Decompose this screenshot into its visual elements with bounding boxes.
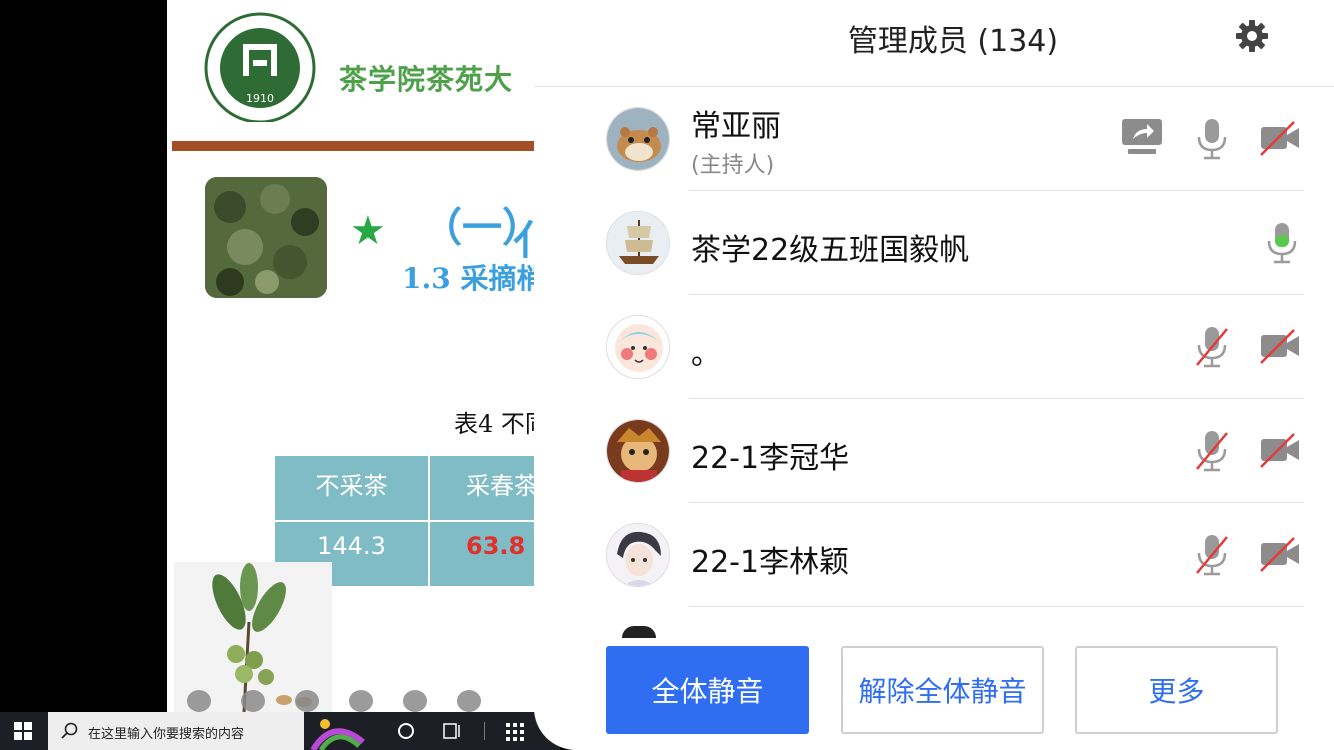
table-cell: 不采茶 — [273, 454, 430, 522]
avatar — [606, 419, 670, 483]
panel-actions: 全体静音 解除全体静音 更多 — [606, 646, 1278, 734]
star-icon: ★ — [350, 208, 386, 254]
cortana-icon[interactable] — [398, 723, 414, 739]
slide-divider-bar — [172, 141, 540, 151]
taskbar-search-input[interactable]: 在这里输入你要搜索的内容 — [48, 712, 365, 750]
member-row[interactable]: 22-1李冠华 — [534, 399, 1334, 503]
table-row: 不采茶 采春茶 — [273, 454, 540, 522]
search-highlight-image — [310, 719, 365, 750]
slide-subheading: 1.3 采摘梢 — [402, 262, 540, 295]
shared-slide: 1910 茶学院茶苑大 ★ （一） 亻 1.3 采摘梢 表4 不同 不采茶 采春… — [167, 0, 540, 712]
next-member-avatar-peek — [622, 626, 656, 638]
avatar — [606, 315, 670, 379]
screen-share-icon[interactable] — [1120, 115, 1164, 159]
mic-muted-icon[interactable] — [1190, 429, 1234, 473]
member-row[interactable]: 。 — [534, 295, 1334, 399]
camera-icon[interactable] — [349, 690, 373, 712]
unmute-all-button[interactable]: 解除全体静音 — [841, 646, 1044, 734]
search-icon — [61, 722, 78, 739]
member-name: 22-1李林颖 — [691, 545, 850, 580]
taskbar-divider — [484, 722, 485, 740]
svg-text:1910: 1910 — [246, 92, 274, 105]
tea-seed-photo — [205, 177, 327, 298]
avatar — [606, 107, 670, 171]
search-placeholder: 在这里输入你要搜索的内容 — [88, 727, 245, 742]
member-name: 。 — [691, 337, 721, 372]
member-name: 常亚丽 — [691, 109, 781, 144]
mic-icon[interactable] — [1190, 117, 1234, 161]
task-view-icon[interactable] — [443, 723, 461, 739]
mic-active-icon[interactable] — [1260, 221, 1304, 265]
table-cell: 63.8 — [428, 520, 540, 588]
member-row[interactable]: 茶学22级五班国毅帆 — [534, 191, 1334, 295]
mic-muted-icon[interactable] — [1190, 533, 1234, 577]
pen-icon[interactable] — [241, 690, 265, 712]
more-icon[interactable] — [457, 690, 481, 712]
table-cell: 采春茶 — [428, 454, 540, 522]
avatar — [606, 211, 670, 275]
university-logo: 1910 — [204, 12, 316, 122]
windows-taskbar: 在这里输入你要搜索的内容 — [0, 712, 560, 750]
panel-title: 管理成员 (134) — [847, 24, 1059, 59]
member-list[interactable]: 常亚丽 (主持人) 茶学22级五班国毅帆 。 22-1李冠华 22-1李林颖 — [534, 87, 1334, 619]
row-divider — [689, 606, 1304, 607]
camera-off-icon[interactable] — [1258, 325, 1302, 369]
avatar — [606, 523, 670, 587]
slide-title: 茶学院茶苑大 — [339, 63, 514, 96]
mute-all-button[interactable]: 全体静音 — [606, 646, 809, 734]
member-row[interactable]: 22-1李林颖 — [534, 503, 1334, 607]
windows-start-icon[interactable] — [14, 722, 32, 740]
member-name: 茶学22级五班国毅帆 — [691, 233, 970, 268]
member-name: 22-1李冠华 — [691, 441, 850, 476]
screenshot-icon[interactable] — [295, 690, 319, 712]
gear-icon[interactable] — [1234, 18, 1270, 54]
prev-icon[interactable] — [187, 690, 211, 712]
chat-icon[interactable] — [403, 690, 427, 712]
apps-grid-icon[interactable] — [506, 723, 524, 741]
slide-controls — [187, 690, 481, 712]
mic-muted-icon[interactable] — [1190, 325, 1234, 369]
table-caption: 表4 不同 — [454, 410, 540, 438]
camera-off-icon[interactable] — [1258, 533, 1302, 577]
manage-members-panel: 管理成员 (134) 常亚丽 (主持人) 茶学22级五班国毅帆 。 22-1李冠… — [534, 0, 1334, 750]
camera-off-icon[interactable] — [1258, 429, 1302, 473]
more-button[interactable]: 更多 — [1075, 646, 1278, 734]
member-role: (主持人) — [691, 153, 775, 178]
member-row[interactable]: 常亚丽 (主持人) — [534, 87, 1334, 191]
camera-off-icon[interactable] — [1258, 117, 1302, 161]
